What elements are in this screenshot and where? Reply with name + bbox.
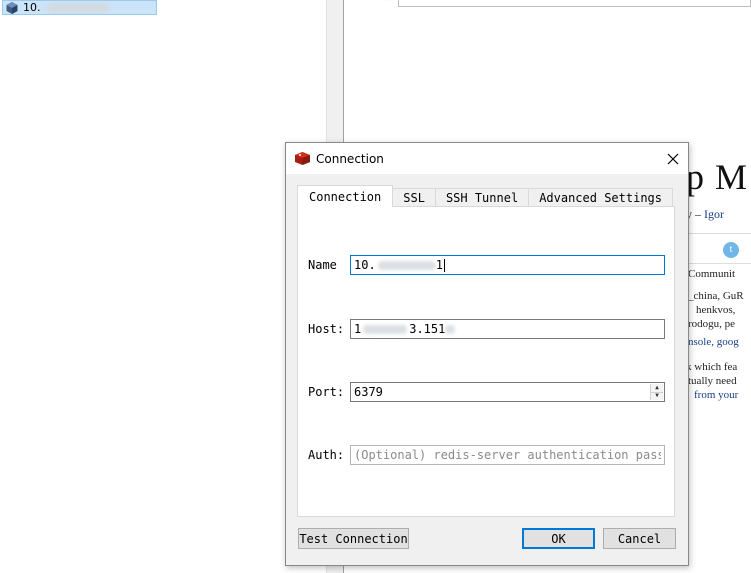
port-row: Port: 6379 ▲ ▼ — [298, 382, 676, 402]
connection-tree-panel: 10. — [0, 0, 326, 573]
connection-tab-panel: Name 10. 1 Host: 1 3.151 Port: 6379 ▲ ▼ … — [297, 206, 675, 517]
ok-button[interactable]: OK — [522, 528, 595, 549]
divider — [686, 263, 751, 264]
close-button[interactable] — [664, 150, 682, 168]
tab-advanced-settings[interactable]: Advanced Settings — [528, 188, 674, 207]
port-value: 6379 — [354, 385, 383, 399]
name-field[interactable]: 10. 1 — [350, 255, 665, 275]
spin-up-icon[interactable]: ▲ — [651, 384, 663, 393]
twitter-icon[interactable]: t — [723, 242, 739, 258]
background-link-line[interactable]: nsole, goog — [688, 336, 739, 348]
cancel-button[interactable]: Cancel — [603, 528, 676, 549]
name-row: Name 10. 1 — [298, 255, 676, 275]
close-icon — [667, 153, 679, 165]
tab-ssh-tunnel[interactable]: SSH Tunnel — [434, 188, 530, 207]
server-icon — [6, 1, 18, 14]
background-link-line[interactable]: from your — [694, 389, 738, 401]
divider — [686, 233, 751, 234]
background-text-line: _china, GuR — [688, 290, 744, 302]
port-field[interactable]: 6379 ▲ ▼ — [350, 382, 665, 402]
tab-ssl[interactable]: SSL — [392, 188, 436, 207]
connection-dialog: Connection Connection SSL SSH Tunnel Adv… — [285, 142, 689, 566]
name-label: Name — [308, 258, 337, 272]
tab-connection[interactable]: Connection — [297, 185, 394, 207]
dialog-titlebar[interactable]: Connection — [286, 143, 688, 174]
name-value: 10. — [354, 258, 376, 272]
error-marker: '' — [385, 0, 392, 6]
auth-label: Auth: — [308, 448, 345, 462]
background-author: y – Igor — [686, 207, 724, 222]
background-text-line: k which fea — [686, 361, 738, 373]
text-caret — [443, 258, 445, 272]
name-value-tail: 1 — [435, 258, 443, 272]
test-connection-button[interactable]: Test Connection — [298, 528, 409, 549]
port-label: Port: — [308, 385, 345, 399]
dialog-tabs: Connection SSL SSH Tunnel Advanced Setti… — [297, 185, 674, 207]
tree-item-label: 10. — [23, 1, 41, 14]
host-field[interactable]: 1 3.151 — [350, 319, 665, 339]
background-text-line: Communit — [688, 268, 736, 280]
redacted-text — [377, 260, 436, 270]
auth-input[interactable] — [354, 448, 661, 462]
host-value-tail: 3.151 — [409, 322, 446, 336]
dialog-title: Connection — [316, 151, 384, 166]
auth-field[interactable] — [350, 445, 665, 465]
redacted-text — [46, 3, 109, 12]
host-row: Host: 1 3.151 — [298, 319, 676, 339]
background-text-line: tually need — [688, 375, 737, 387]
background-input — [398, 0, 751, 7]
background-web-page: p M y – Igor t Communit _china, GuR henk… — [686, 150, 751, 410]
redacted-text — [363, 324, 408, 334]
auth-row: Auth: — [298, 445, 676, 465]
spin-down-icon[interactable]: ▼ — [651, 392, 663, 400]
redis-logo-icon — [295, 152, 310, 165]
host-value-prefix: 1 — [354, 322, 362, 336]
background-text-line: henkvos, — [696, 304, 736, 316]
author-link[interactable]: Igor — [704, 207, 724, 221]
background-text-line: rodogu, pe — [688, 318, 736, 330]
background-heading: p M — [686, 157, 749, 197]
tree-item-connection[interactable]: 10. — [2, 0, 157, 15]
host-label: Host: — [308, 322, 345, 336]
redacted-text — [445, 324, 456, 334]
port-spinner[interactable]: ▲ ▼ — [650, 384, 663, 400]
